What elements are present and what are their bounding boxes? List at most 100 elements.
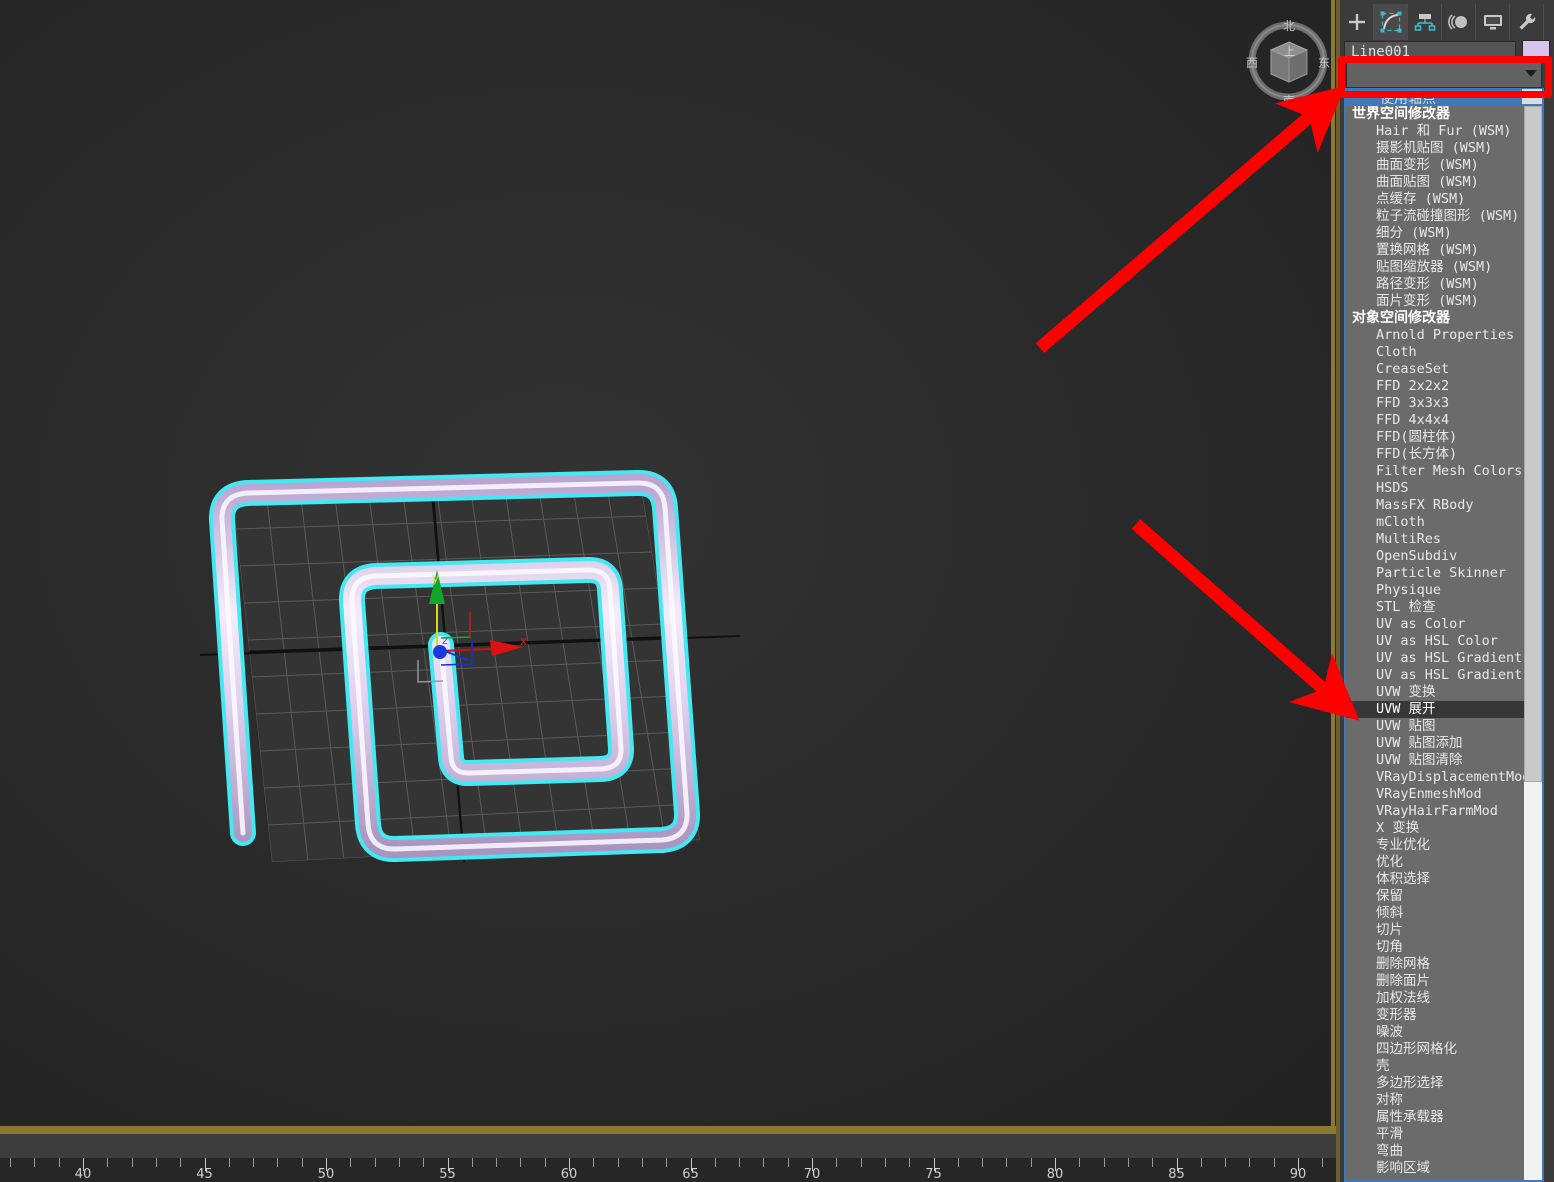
modifier-item[interactable]: 优化 [1346, 854, 1526, 871]
modifier-item[interactable]: VRayHairFarmMod [1346, 803, 1526, 820]
modifier-item[interactable]: FFD 4x4x4 [1346, 412, 1526, 429]
modifier-item[interactable]: UV as HSL Color [1346, 633, 1526, 650]
display-monitor-icon [1483, 15, 1502, 30]
modifier-item[interactable]: VRayEnmeshMod [1346, 786, 1526, 803]
modifier-item[interactable]: UV as HSL Gradient [1346, 650, 1526, 667]
modifier-item[interactable]: 平滑 [1346, 1126, 1526, 1143]
ruler-tick-label: 80 [1046, 1167, 1064, 1182]
modifier-item[interactable]: 壳 [1346, 1058, 1526, 1075]
modifier-item[interactable]: FFD(长方体) [1346, 446, 1526, 463]
modifier-item[interactable]: MassFX RBody [1346, 497, 1526, 514]
svg-text:y: y [432, 571, 439, 585]
ruler-tick-minor [788, 1158, 789, 1167]
ruler-tick-minor [861, 1158, 862, 1167]
ruler-tick-minor [763, 1158, 764, 1167]
modifier-item[interactable]: STL 检查 [1346, 599, 1526, 616]
command-panel-tabbar[interactable] [1340, 2, 1554, 42]
modifier-item[interactable]: Particle Skinner [1346, 565, 1526, 582]
modifier-item[interactable]: 属性承载器 [1346, 1109, 1526, 1126]
modifier-item[interactable]: 删除面片 [1346, 973, 1526, 990]
modifier-item[interactable]: 对称 [1346, 1092, 1526, 1109]
modifier-item-selected[interactable]: UVW 展开 [1346, 701, 1526, 718]
modifier-item[interactable]: HSDS [1346, 480, 1526, 497]
modifier-section-header: 对象空间修改器 [1352, 310, 1450, 326]
modifier-item[interactable]: 切角 [1346, 939, 1526, 956]
ruler-tick-label: 55 [439, 1167, 456, 1182]
modifier-item[interactable]: 体积选择 [1346, 871, 1526, 888]
ruler-tick-minor [982, 1158, 983, 1167]
viewcube-north-label: 北 [1283, 19, 1295, 33]
modifier-item[interactable]: Hair 和 Fur (WSM) [1346, 123, 1526, 140]
modifier-item[interactable]: mCloth [1346, 514, 1526, 531]
modifier-item[interactable]: 倾斜 [1346, 905, 1526, 922]
modifier-item[interactable]: UVW 变换 [1346, 684, 1526, 701]
modifier-item[interactable]: 切片 [1346, 922, 1526, 939]
modifier-item[interactable]: 加权法线 [1346, 990, 1526, 1007]
modifier-item[interactable]: 曲面变形 (WSM) [1346, 157, 1526, 174]
spiral-tube-object [209, 470, 700, 862]
modifier-item[interactable]: 点缓存 (WSM) [1346, 191, 1526, 208]
modifier-item[interactable]: UVW 贴图清除 [1346, 752, 1526, 769]
modifier-list-scrollbar[interactable] [1524, 106, 1542, 1180]
ruler-tick-label: 50 [317, 1167, 335, 1182]
modifier-item[interactable]: 粒子流碰撞图形 (WSM) [1346, 208, 1526, 225]
perspective-viewport[interactable]: y x z 上 北 南 西 东 [0, 0, 1336, 1130]
tab-motion[interactable] [1442, 4, 1476, 40]
modifier-item[interactable]: UVW 贴图添加 [1346, 735, 1526, 752]
modifier-item[interactable]: FFD(圆柱体) [1346, 429, 1526, 446]
plus-icon [1348, 14, 1365, 30]
modifier-item[interactable]: CreaseSet [1346, 361, 1526, 378]
modifier-item[interactable]: 专业优化 [1346, 837, 1526, 854]
ruler-tick-minor [180, 1158, 181, 1167]
timeline-bar[interactable]: 40 45 50 55 60 65 70 75 80 85 90 [0, 1130, 1336, 1182]
ruler-tick-label: 40 [74, 1167, 92, 1182]
ruler-tick-minor [1201, 1158, 1202, 1167]
modifier-item[interactable]: UV as Color [1346, 616, 1526, 633]
modifier-section-header: 世界空间修改器 [1352, 106, 1450, 122]
viewcube[interactable]: 上 北 南 西 东 [1243, 14, 1333, 108]
annotation-highlight-box [1338, 56, 1552, 98]
modifier-item[interactable]: Arnold Properties [1346, 327, 1526, 344]
transform-gizmo: y x z [417, 570, 527, 683]
modifier-item[interactable]: 置换网格 (WSM) [1346, 242, 1526, 259]
ruler-tick-minor [1006, 1158, 1007, 1167]
app-window: y x z 上 北 南 西 东 40 45 50 55 60 65 70 75 … [0, 0, 1554, 1182]
tab-display[interactable] [1476, 4, 1510, 40]
modifier-item[interactable]: X 变换 [1346, 820, 1526, 837]
modifier-item[interactable]: 贴图缩放器 (WSM) [1346, 259, 1526, 276]
modifier-item[interactable]: 多边形选择 [1346, 1075, 1526, 1092]
modifier-item[interactable]: 弯曲 [1346, 1143, 1526, 1160]
timeline-ruler[interactable]: 40 45 50 55 60 65 70 75 80 85 90 [0, 1158, 1336, 1182]
modifier-item[interactable]: 面片变形 (WSM) [1346, 293, 1526, 310]
modifier-item[interactable]: 摄影机贴图 (WSM) [1346, 140, 1526, 157]
modifier-list-scroll-thumb[interactable] [1524, 106, 1542, 782]
modifier-item[interactable]: 路径变形 (WSM) [1346, 276, 1526, 293]
modifier-item[interactable]: OpenSubdiv [1346, 548, 1526, 565]
modifier-item[interactable]: UVW 贴图 [1346, 718, 1526, 735]
modifier-item[interactable]: VRayDisplacementMod [1346, 769, 1526, 786]
tab-create[interactable] [1340, 4, 1374, 40]
modifier-item[interactable]: 影响区域 [1346, 1160, 1526, 1177]
modifier-item[interactable]: FFD 2x2x2 [1346, 378, 1526, 395]
ruler-tick-minor [156, 1158, 157, 1167]
modifier-item[interactable]: 四边形网格化 [1346, 1041, 1526, 1058]
tab-utilities[interactable] [1510, 4, 1544, 40]
modifier-item[interactable]: 变形器 [1346, 1007, 1526, 1024]
modifier-item[interactable]: 曲面贴图 (WSM) [1346, 174, 1526, 191]
modifier-item[interactable]: UV as HSL Gradient With Mi [1346, 667, 1526, 684]
modifier-item[interactable]: 噪波 [1346, 1024, 1526, 1041]
tab-modify[interactable] [1374, 4, 1408, 40]
modifier-item[interactable]: Filter Mesh Colors By Hue [1346, 463, 1526, 480]
modifier-item[interactable]: 保留 [1346, 888, 1526, 905]
ruler-tick-minor [399, 1158, 400, 1167]
ruler-tick-minor [1152, 1158, 1153, 1167]
modifier-item[interactable]: 删除网格 [1346, 956, 1526, 973]
modifier-item[interactable]: 细分 (WSM) [1346, 225, 1526, 242]
modifier-item[interactable]: Physique [1346, 582, 1526, 599]
tab-hierarchy[interactable] [1408, 4, 1442, 40]
modifier-list-popup[interactable]: 世界空间修改器 Hair 和 Fur (WSM) 摄影机贴图 (WSM) 曲面变形 (… [1344, 104, 1544, 1182]
modifier-item[interactable]: FFD 3x3x3 [1346, 395, 1526, 412]
modifier-item[interactable]: MultiRes [1346, 531, 1526, 548]
ruler-tick-label: 90 [1289, 1167, 1307, 1182]
modifier-item[interactable]: Cloth [1346, 344, 1526, 361]
